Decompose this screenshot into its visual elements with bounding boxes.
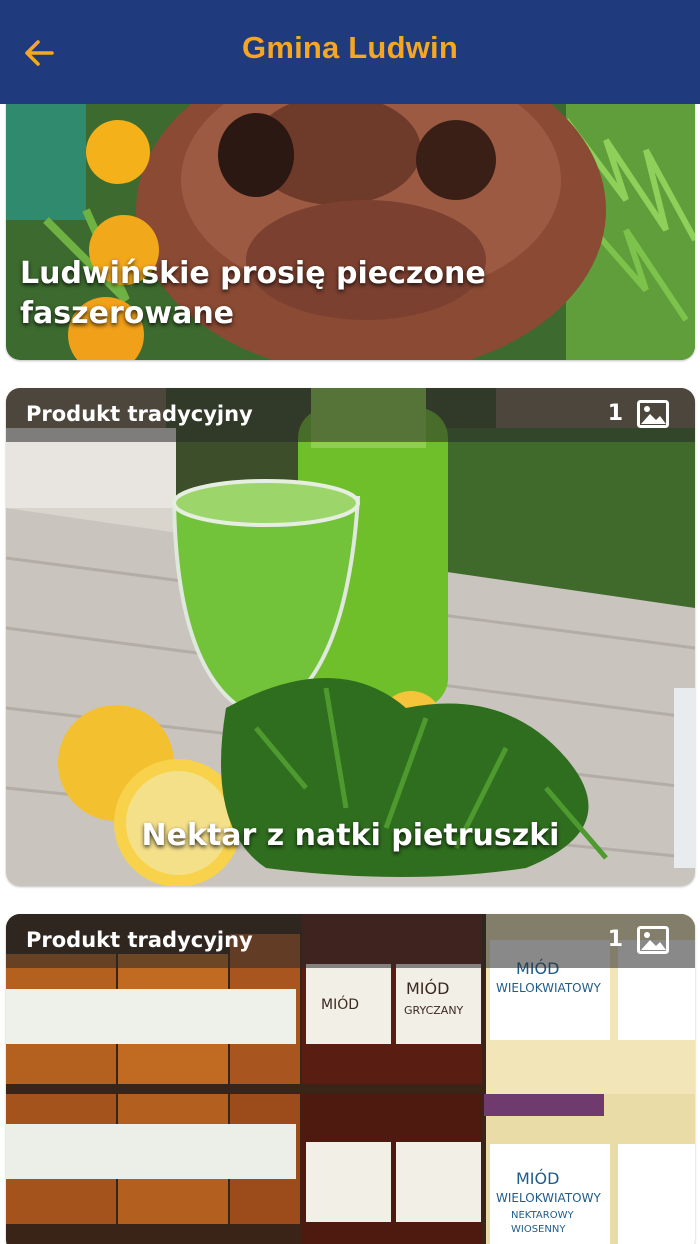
card-topbar: Produkt tradycyjny 1 <box>6 914 695 968</box>
jar-label-text: MIÓD <box>321 995 359 1013</box>
jar-label-text: GRYCZANY <box>404 1004 464 1017</box>
photo-count: 1 <box>607 927 623 952</box>
category-label: Produkt tradycyjny <box>26 928 253 952</box>
parsley-nectar-photo <box>6 388 695 886</box>
card-title: Nektar z natki pietruszki <box>141 818 560 853</box>
category-label: Produkt tradycyjny <box>26 402 253 426</box>
product-card-honey[interactable]: MIÓD MIÓD GRYCZANY MIÓD WIELOKWIATOWY MI… <box>6 914 695 1244</box>
jar-label-text: WIELOKWIATOWY <box>496 981 601 995</box>
page-title: Gmina Ludwin <box>242 30 458 65</box>
jar-label-text: WIOSENNY <box>511 1224 566 1235</box>
product-card-piglet[interactable]: Ludwińskie prosię pieczone faszerowane <box>6 60 695 360</box>
card-title: Ludwińskie prosię pieczone faszerowane <box>20 256 486 331</box>
product-card-parsley-nectar[interactable]: Produkt tradycyjny 1 Nektar z natki piet… <box>6 388 695 886</box>
jar-label-text: NEKTAROWY <box>511 1210 574 1221</box>
jar-label-text: MIÓD <box>516 1169 559 1188</box>
app-header: Gmina Ludwin <box>0 0 700 104</box>
card-topbar: Produkt tradycyjny 1 <box>6 388 695 442</box>
photo-count: 1 <box>607 401 623 426</box>
jar-label-text: WIELOKWIATOWY <box>496 1191 601 1205</box>
jar-label-text: MIÓD <box>406 979 449 998</box>
image-icon <box>637 926 669 954</box>
image-icon <box>637 400 669 428</box>
